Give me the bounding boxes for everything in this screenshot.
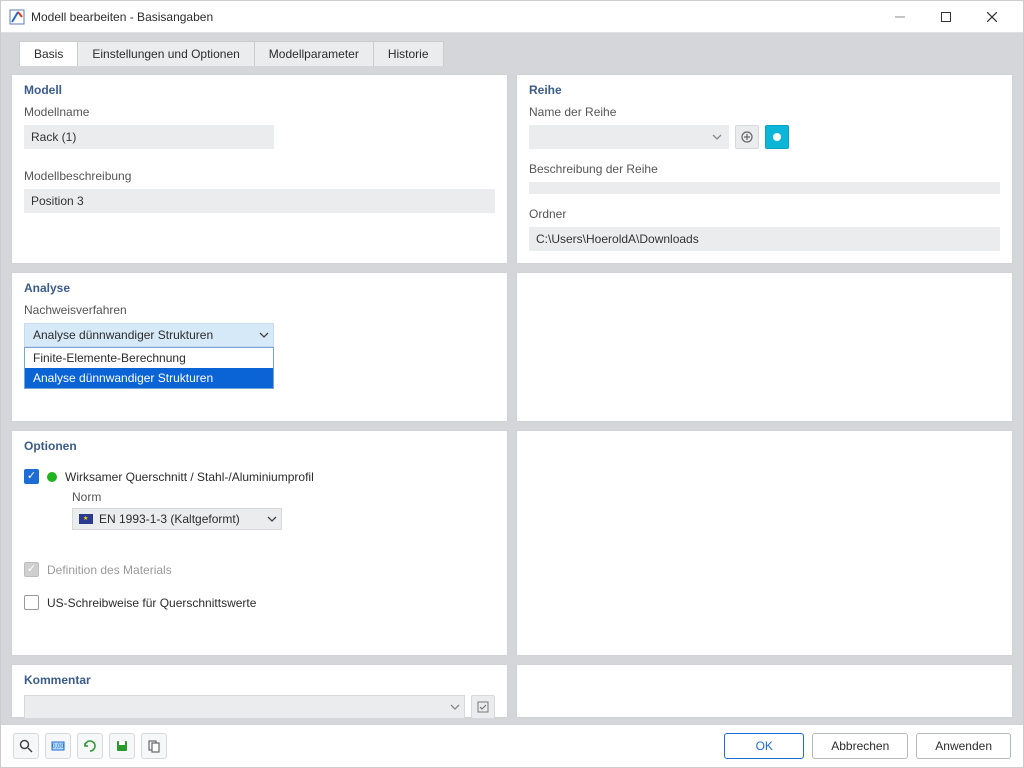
tab-label: Basis xyxy=(34,47,63,61)
button-label: OK xyxy=(756,739,773,753)
tab-label: Einstellungen und Optionen xyxy=(92,47,239,61)
status-dot-icon xyxy=(47,472,57,482)
eff-crosssection-checkbox[interactable] xyxy=(24,469,39,484)
analyse-proc-label: Nachweisverfahren xyxy=(24,303,495,317)
reihe-cloud-button[interactable] xyxy=(765,125,789,149)
toolbar-refresh-button[interactable] xyxy=(77,733,103,759)
eff-crosssection-label: Wirksamer Querschnitt / Stahl-/Aluminium… xyxy=(65,470,314,484)
kommentar-select[interactable] xyxy=(24,695,465,719)
dropdown-value: Analyse dünnwandiger Strukturen xyxy=(33,328,213,342)
group-title: Modell xyxy=(24,83,495,97)
empty-panel xyxy=(516,272,1013,422)
apply-button[interactable]: Anwenden xyxy=(916,733,1011,759)
dropdown-value: EN 1993-1-3 (Kaltgeformt) xyxy=(99,512,240,526)
minimize-button[interactable] xyxy=(877,3,923,31)
tab-label: Historie xyxy=(388,47,429,61)
reihe-desc-field[interactable] xyxy=(529,182,1000,194)
group-kommentar: Kommentar xyxy=(11,664,508,718)
reihe-name-select[interactable] xyxy=(529,125,729,149)
reihe-desc-label: Beschreibung der Reihe xyxy=(529,162,1000,176)
field-value: Position 3 xyxy=(31,194,84,208)
chevron-down-icon xyxy=(450,702,460,712)
close-button[interactable] xyxy=(969,3,1015,31)
eu-flag-icon xyxy=(79,514,93,524)
tabs: Basis Einstellungen und Optionen Modellp… xyxy=(11,41,1013,66)
reihe-name-label: Name der Reihe xyxy=(529,105,1000,119)
chevron-down-icon xyxy=(267,514,277,524)
tab-einstellungen[interactable]: Einstellungen und Optionen xyxy=(77,41,254,66)
kommentar-edit-button[interactable] xyxy=(471,695,495,719)
group-optionen: Optionen Wirksamer Querschnitt / Stahl-/… xyxy=(11,430,508,656)
toolbar-save-button[interactable] xyxy=(109,733,135,759)
material-definition-checkbox xyxy=(24,562,39,577)
tab-label: Modellparameter xyxy=(269,47,359,61)
tab-historie[interactable]: Historie xyxy=(373,41,444,66)
group-title: Optionen xyxy=(24,439,495,453)
modellname-label: Modellname xyxy=(24,105,495,119)
cancel-button[interactable]: Abbrechen xyxy=(812,733,908,759)
reihe-import-button[interactable] xyxy=(735,125,759,149)
reihe-folder-label: Ordner xyxy=(529,207,1000,221)
button-label: Abbrechen xyxy=(831,739,889,753)
dropdown-option-thinwall[interactable]: Analyse dünnwandiger Strukturen xyxy=(25,368,273,388)
nachweisverfahren-dropdown[interactable]: Analyse dünnwandiger Strukturen Finite-E… xyxy=(24,323,274,347)
tab-modellparameter[interactable]: Modellparameter xyxy=(254,41,374,66)
group-title: Kommentar xyxy=(24,673,495,687)
option-label: Finite-Elemente-Berechnung xyxy=(33,351,186,365)
window-title: Modell bearbeiten - Basisangaben xyxy=(31,10,213,24)
svg-text:0,00: 0,00 xyxy=(52,744,64,750)
group-title: Analyse xyxy=(24,281,495,295)
footer: 0,00 OK Abbrechen Anwenden xyxy=(1,724,1023,767)
group-modell: Modell Modellname Rack (1) Modellbeschre… xyxy=(11,74,508,264)
norm-label: Norm xyxy=(72,490,495,504)
reihe-folder-field[interactable]: C:\Users\HoeroldA\Downloads xyxy=(529,227,1000,251)
group-title: Reihe xyxy=(529,83,1000,97)
chevron-down-icon xyxy=(259,330,269,340)
dropdown-option-fe[interactable]: Finite-Elemente-Berechnung xyxy=(25,348,273,368)
us-notation-label: US-Schreibweise für Querschnittswerte xyxy=(47,596,256,610)
app-icon xyxy=(9,9,25,25)
ok-button[interactable]: OK xyxy=(724,733,804,759)
chevron-down-icon xyxy=(712,132,722,142)
titlebar: Modell bearbeiten - Basisangaben xyxy=(1,1,1023,33)
option-label: Analyse dünnwandiger Strukturen xyxy=(33,371,213,385)
modellbeschreibung-field[interactable]: Position 3 xyxy=(24,189,495,213)
group-reihe: Reihe Name der Reihe Beschreibung der Re… xyxy=(516,74,1013,264)
material-definition-label: Definition des Materials xyxy=(47,563,172,577)
empty-panel xyxy=(516,430,1013,656)
toolbar-units-button[interactable]: 0,00 xyxy=(45,733,71,759)
norm-dropdown[interactable]: EN 1993-1-3 (Kaltgeformt) xyxy=(72,508,282,530)
toolbar-search-button[interactable] xyxy=(13,733,39,759)
us-notation-checkbox[interactable] xyxy=(24,595,39,610)
modellname-field[interactable]: Rack (1) xyxy=(24,125,274,149)
toolbar-copy-button[interactable] xyxy=(141,733,167,759)
field-value: C:\Users\HoeroldA\Downloads xyxy=(536,232,699,246)
dropdown-menu: Finite-Elemente-Berechnung Analyse dünnw… xyxy=(24,347,274,389)
modellbeschreibung-label: Modellbeschreibung xyxy=(24,169,495,183)
empty-panel xyxy=(516,664,1013,718)
group-analyse: Analyse Nachweisverfahren Analyse dünnwa… xyxy=(11,272,508,422)
field-value: Rack (1) xyxy=(31,130,76,144)
button-label: Anwenden xyxy=(935,739,992,753)
maximize-button[interactable] xyxy=(923,3,969,31)
tab-basis[interactable]: Basis xyxy=(19,41,78,66)
